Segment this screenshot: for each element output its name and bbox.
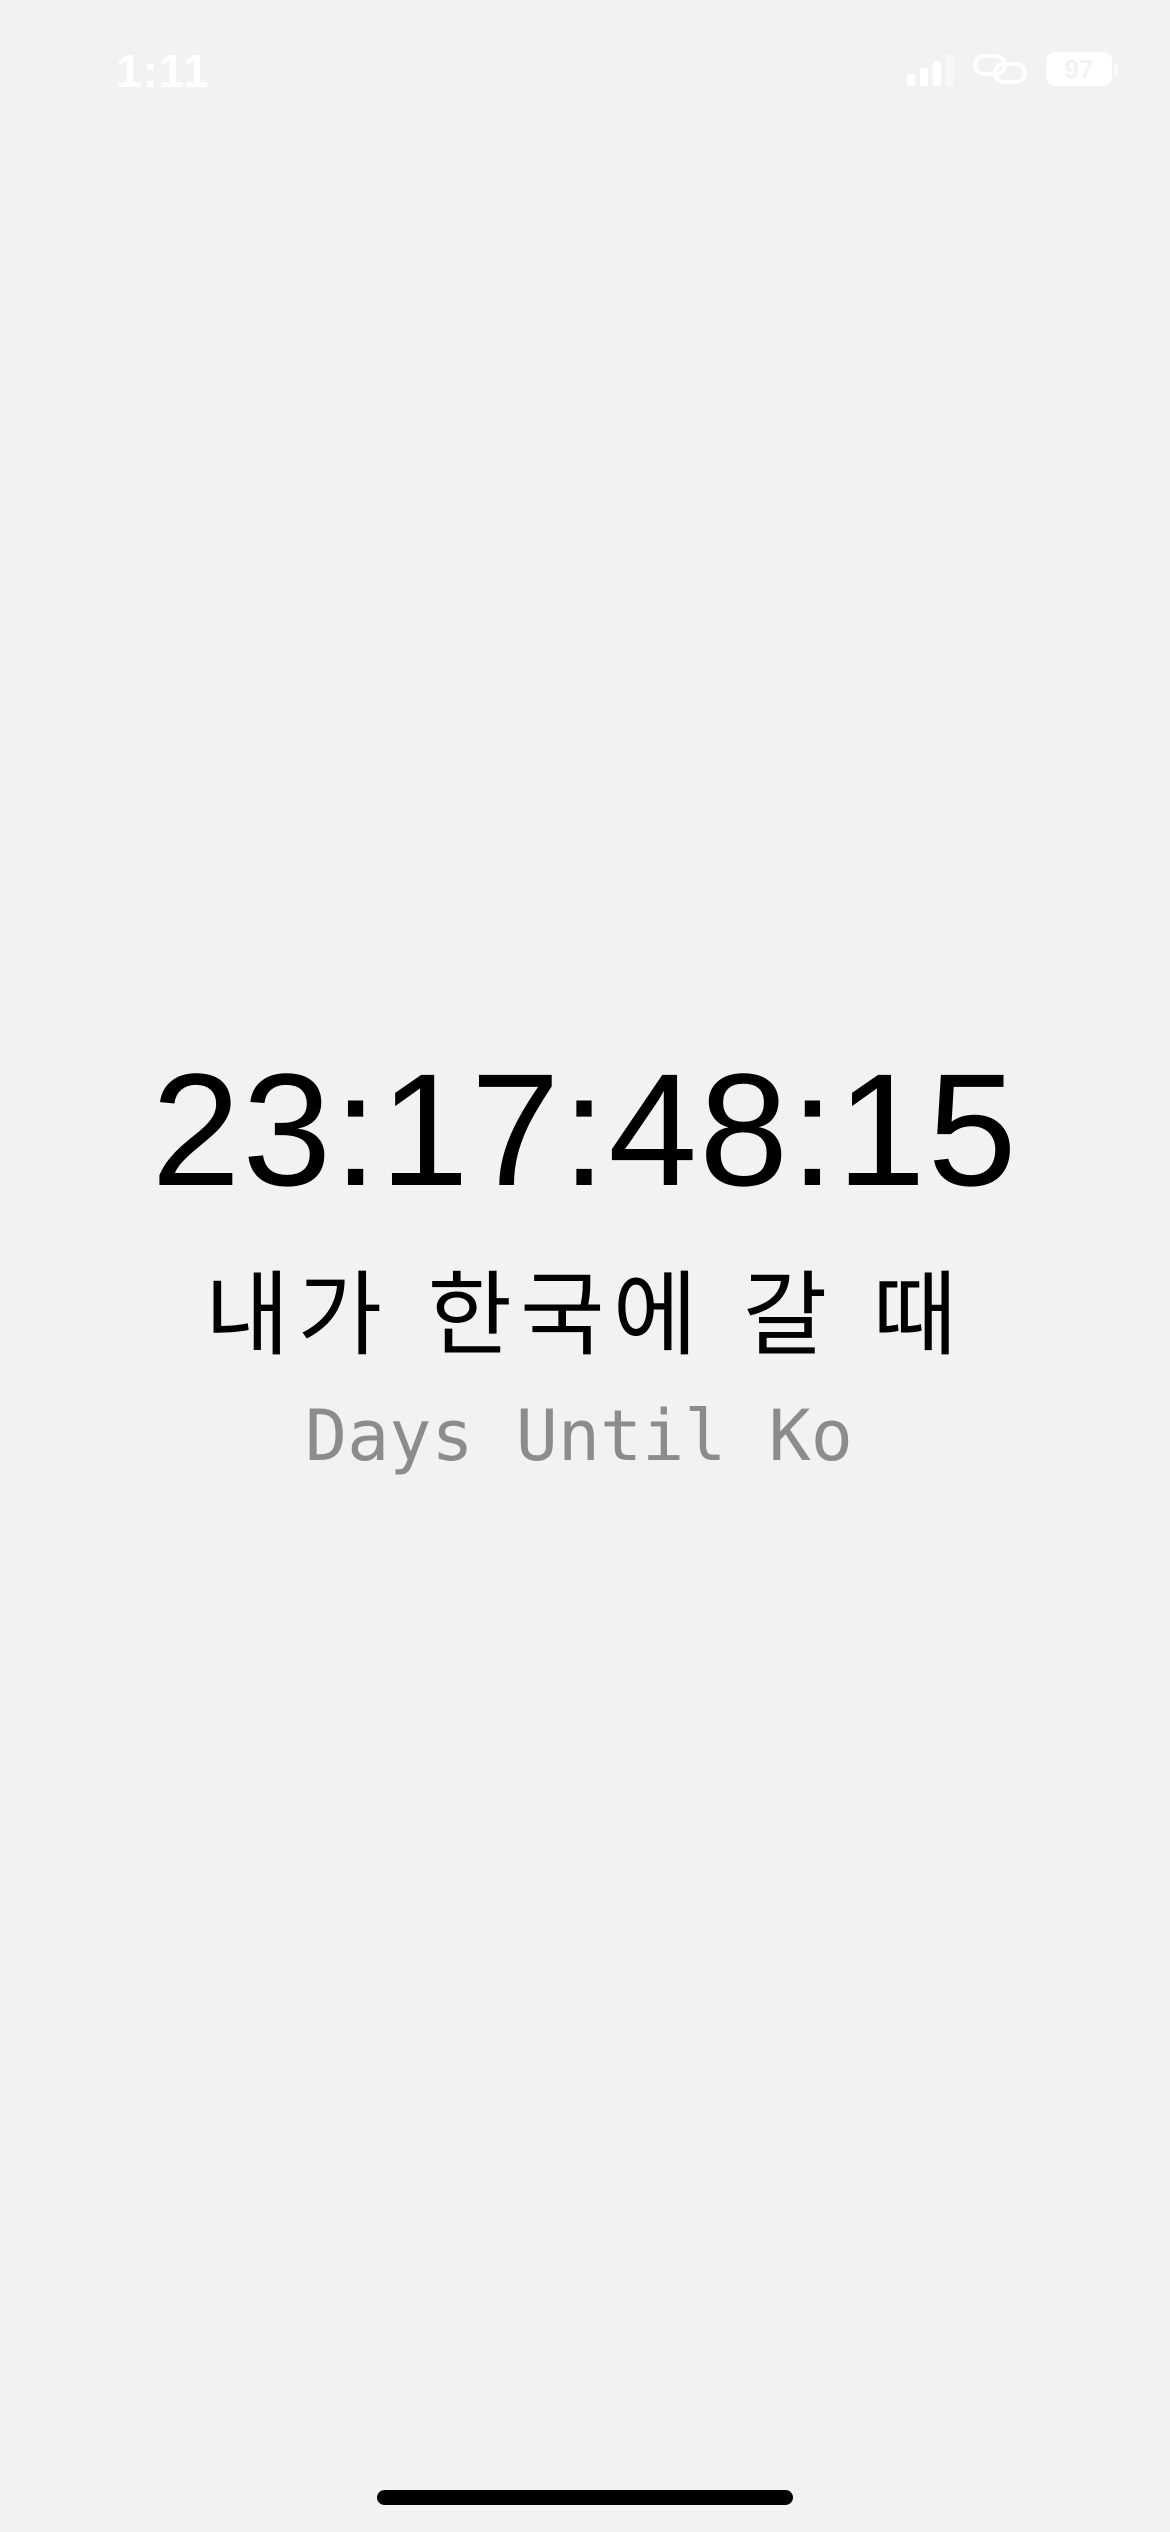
countdown-timer: 23:17:48:15 (151, 1040, 1019, 1219)
status-bar: 1:11 97 (0, 0, 1170, 150)
status-icons: 97 (907, 52, 1118, 86)
link-icon (972, 52, 1028, 86)
subtitle-english: Days Until Korea (305, 1396, 863, 1476)
title-korean: 내가 한국에 갈 때 (204, 1262, 966, 1369)
signal-icon (907, 52, 954, 86)
battery-level: 97 (1064, 53, 1094, 84)
status-time: 1:11 (116, 45, 210, 97)
subtitle-container: Days Until Korea (305, 1396, 863, 1476)
battery-icon: 97 (1046, 52, 1118, 86)
home-indicator[interactable] (377, 2490, 793, 2505)
